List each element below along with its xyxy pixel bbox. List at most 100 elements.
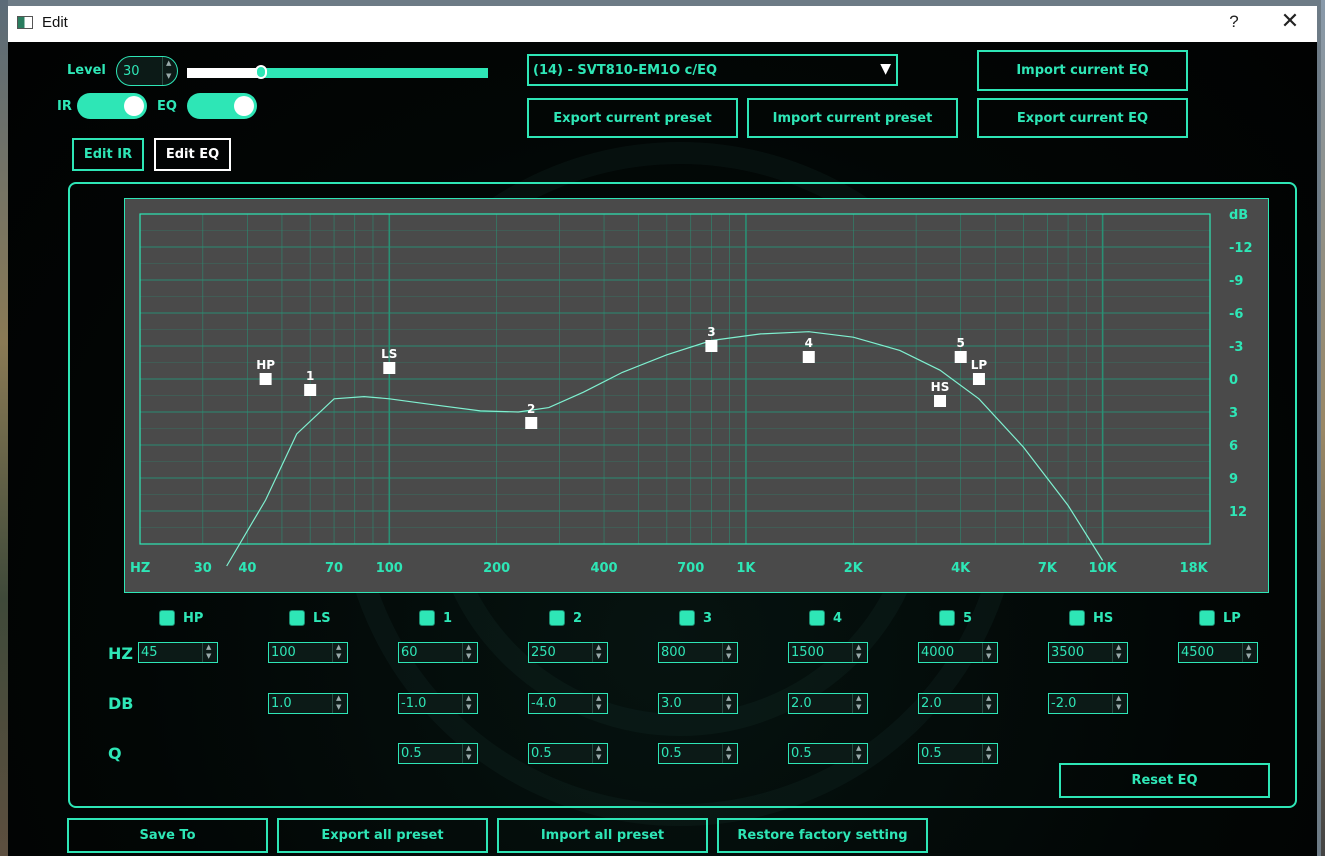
reset-eq-button[interactable]: Reset EQ xyxy=(1059,763,1270,798)
band-db-spinbox-ls[interactable]: 1.0 ▲ ▼ xyxy=(268,693,348,714)
spin-arrows[interactable]: ▲ ▼ xyxy=(852,694,867,713)
restore-factory-setting-button[interactable]: Restore factory setting xyxy=(717,818,928,853)
spin-arrows[interactable]: ▲ ▼ xyxy=(852,744,867,763)
spin-arrows[interactable]: ▲ ▼ xyxy=(1112,643,1127,662)
ir-toggle[interactable] xyxy=(77,93,147,119)
eq-point-handle-1[interactable] xyxy=(304,384,317,396)
band-db-spinbox-4[interactable]: 2.0 ▲ ▼ xyxy=(788,693,868,714)
eq-point-handle-hs[interactable] xyxy=(934,395,947,407)
spin-arrows[interactable]: ▲ ▼ xyxy=(1242,643,1257,662)
desktop-background-right xyxy=(1321,0,1325,856)
close-button[interactable]: ✕ xyxy=(1278,9,1302,34)
band-enable-checkbox-1[interactable] xyxy=(419,610,435,626)
spin-arrows[interactable]: ▲ ▼ xyxy=(592,643,607,662)
spin-arrows[interactable]: ▲ ▼ xyxy=(982,694,997,713)
eq-point-handle-4[interactable] xyxy=(802,351,815,363)
eq-point-handle-ls[interactable] xyxy=(383,362,396,374)
spin-arrows[interactable]: ▲ ▼ xyxy=(462,744,477,763)
band-enable-checkbox-hp[interactable] xyxy=(159,610,175,626)
band-enable-checkbox-ls[interactable] xyxy=(289,610,305,626)
band-hz-value: 250 xyxy=(531,645,556,660)
band-q-spinbox-5[interactable]: 0.5 ▲ ▼ xyxy=(918,743,998,764)
spin-arrows[interactable]: ▲ ▼ xyxy=(332,643,347,662)
db-row-label: DB xyxy=(108,694,134,713)
band-hz-spinbox-lp[interactable]: 4500 ▲ ▼ xyxy=(1178,642,1258,663)
x-tick-label: 700 xyxy=(677,561,704,576)
eq-point-handle-5[interactable] xyxy=(954,351,967,363)
eq-point-handle-2[interactable] xyxy=(525,417,538,429)
edit-ir-button[interactable]: Edit IR xyxy=(72,138,144,171)
level-slider[interactable] xyxy=(187,65,488,79)
eq-point-handle-lp[interactable] xyxy=(972,373,985,385)
band-db-spinbox-5[interactable]: 2.0 ▲ ▼ xyxy=(918,693,998,714)
x-tick-label: 18K xyxy=(1180,561,1209,576)
spin-arrows[interactable]: ▲ ▼ xyxy=(982,643,997,662)
x-tick-label: 1K xyxy=(736,561,756,576)
band-enable-checkbox-5[interactable] xyxy=(939,610,955,626)
spin-arrows[interactable]: ▲ ▼ xyxy=(462,643,477,662)
band-q-spinbox-1[interactable]: 0.5 ▲ ▼ xyxy=(398,743,478,764)
preset-select[interactable]: (14) - SVT810-EM1O c/EQ ▼ xyxy=(527,54,898,86)
band-enable-checkbox-4[interactable] xyxy=(809,610,825,626)
band-hz-spinbox-hp[interactable]: 45 ▲ ▼ xyxy=(138,642,218,663)
band-q-value: 0.5 xyxy=(401,746,422,761)
band-hz-spinbox-4[interactable]: 1500 ▲ ▼ xyxy=(788,642,868,663)
export-current-preset-button[interactable]: Export current preset xyxy=(527,98,738,138)
help-button[interactable]: ? xyxy=(1224,12,1244,32)
band-hz-spinbox-2[interactable]: 250 ▲ ▼ xyxy=(528,642,608,663)
eq-point-label: 4 xyxy=(805,336,813,350)
save-to-button[interactable]: Save To xyxy=(67,818,268,853)
band-hz-spinbox-hs[interactable]: 3500 ▲ ▼ xyxy=(1048,642,1128,663)
eq-point-handle-hp[interactable] xyxy=(259,373,272,385)
export-current-eq-button[interactable]: Export current EQ xyxy=(977,98,1188,138)
spin-arrows[interactable]: ▲ ▼ xyxy=(982,744,997,763)
spin-arrows[interactable]: ▲ ▼ xyxy=(332,694,347,713)
spin-arrows[interactable]: ▲ ▼ xyxy=(202,643,217,662)
eq-graph[interactable]: HZ 30 40 70 100 200 400 700 1K 2K 4K 7K 10K 18K dB -12-… xyxy=(124,198,1269,593)
export-all-preset-button[interactable]: Export all preset xyxy=(277,818,488,853)
spin-arrows[interactable]: ▲ ▼ xyxy=(592,744,607,763)
band-hz-spinbox-ls[interactable]: 100 ▲ ▼ xyxy=(268,642,348,663)
spin-arrows[interactable]: ▲ ▼ xyxy=(462,694,477,713)
band-enable-checkbox-lp[interactable] xyxy=(1199,610,1215,626)
band-db-spinbox-1[interactable]: -1.0 ▲ ▼ xyxy=(398,693,478,714)
chevron-down-icon[interactable]: ▼ xyxy=(880,61,891,77)
band-q-spinbox-4[interactable]: 0.5 ▲ ▼ xyxy=(788,743,868,764)
window-title: Edit xyxy=(42,14,68,31)
level-spin-arrows[interactable]: ▲ ▼ xyxy=(162,57,177,85)
band-q-spinbox-2[interactable]: 0.5 ▲ ▼ xyxy=(528,743,608,764)
band-db-spinbox-hs[interactable]: -2.0 ▲ ▼ xyxy=(1048,693,1128,714)
band-name-hs: HS xyxy=(1093,611,1114,626)
import-all-preset-button[interactable]: Import all preset xyxy=(497,818,708,853)
band-hz-spinbox-1[interactable]: 60 ▲ ▼ xyxy=(398,642,478,663)
import-current-preset-button[interactable]: Import current preset xyxy=(747,98,958,138)
band-db-spinbox-2[interactable]: -4.0 ▲ ▼ xyxy=(528,693,608,714)
level-slider-handle[interactable] xyxy=(255,65,268,79)
band-hz-spinbox-5[interactable]: 4000 ▲ ▼ xyxy=(918,642,998,663)
band-db-spinbox-3[interactable]: 3.0 ▲ ▼ xyxy=(658,693,738,714)
edit-eq-button[interactable]: Edit EQ xyxy=(154,138,231,171)
band-enable-checkbox-3[interactable] xyxy=(679,610,695,626)
band-enable-checkbox-2[interactable] xyxy=(549,610,565,626)
band-db-value: 1.0 xyxy=(271,696,292,711)
spin-arrows[interactable]: ▲ ▼ xyxy=(722,744,737,763)
import-current-eq-button[interactable]: Import current EQ xyxy=(977,50,1188,91)
band-q-spinbox-3[interactable]: 0.5 ▲ ▼ xyxy=(658,743,738,764)
spin-arrows[interactable]: ▲ ▼ xyxy=(852,643,867,662)
band-hz-spinbox-3[interactable]: 800 ▲ ▼ xyxy=(658,642,738,663)
band-enable-checkbox-hs[interactable] xyxy=(1069,610,1085,626)
y-axis-unit: dB xyxy=(1229,208,1248,223)
eq-point-handle-3[interactable] xyxy=(705,340,718,352)
x-tick-label: 30 xyxy=(194,561,212,576)
y-tick-label: -3 xyxy=(1229,340,1243,355)
eq-toggle[interactable] xyxy=(187,93,257,119)
y-tick-label: -9 xyxy=(1229,274,1243,289)
spin-arrows[interactable]: ▲ ▼ xyxy=(1112,694,1127,713)
eq-toggle-knob xyxy=(234,96,254,116)
level-spinbox[interactable]: 30 ▲ ▼ xyxy=(116,56,178,86)
spin-arrows[interactable]: ▲ ▼ xyxy=(592,694,607,713)
spin-arrows[interactable]: ▲ ▼ xyxy=(722,694,737,713)
band-q-value: 0.5 xyxy=(661,746,682,761)
x-tick-label: 200 xyxy=(483,561,510,576)
spin-arrows[interactable]: ▲ ▼ xyxy=(722,643,737,662)
